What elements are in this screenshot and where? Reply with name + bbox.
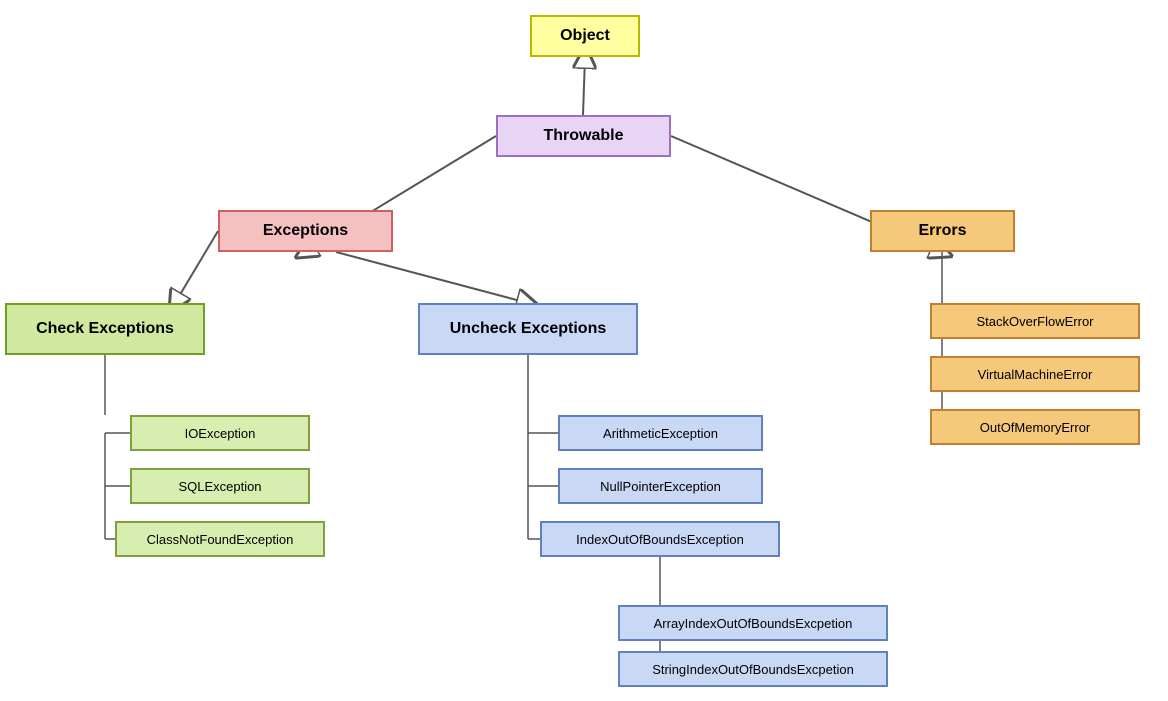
node-classnotfound: ClassNotFoundException bbox=[115, 521, 325, 557]
node-errors: Errors bbox=[870, 210, 1015, 252]
node-throwable: Throwable bbox=[496, 115, 671, 157]
node-virtualmachine: VirtualMachineError bbox=[930, 356, 1140, 392]
node-uncheck-exceptions: Uncheck Exceptions bbox=[418, 303, 638, 355]
node-exceptions: Exceptions bbox=[218, 210, 393, 252]
node-nullpointer: NullPointerException bbox=[558, 468, 763, 504]
node-stackoverflow: StackOverFlowError bbox=[930, 303, 1140, 339]
node-arrayindex: ArrayIndexOutOfBoundsExcpetion bbox=[618, 605, 888, 641]
diagram: Object Throwable Exceptions Errors Check… bbox=[0, 0, 1168, 701]
node-stringindex: StringIndexOutOfBoundsExcpetion bbox=[618, 651, 888, 687]
node-outofmemory: OutOfMemoryError bbox=[930, 409, 1140, 445]
node-sqlexception: SQLException bbox=[130, 468, 310, 504]
node-ioexception: IOException bbox=[130, 415, 310, 451]
node-indexoutofbounds: IndexOutOfBoundsException bbox=[540, 521, 780, 557]
node-arithmetic: ArithmeticException bbox=[558, 415, 763, 451]
node-check-exceptions: Check Exceptions bbox=[5, 303, 205, 355]
node-object: Object bbox=[530, 15, 640, 57]
